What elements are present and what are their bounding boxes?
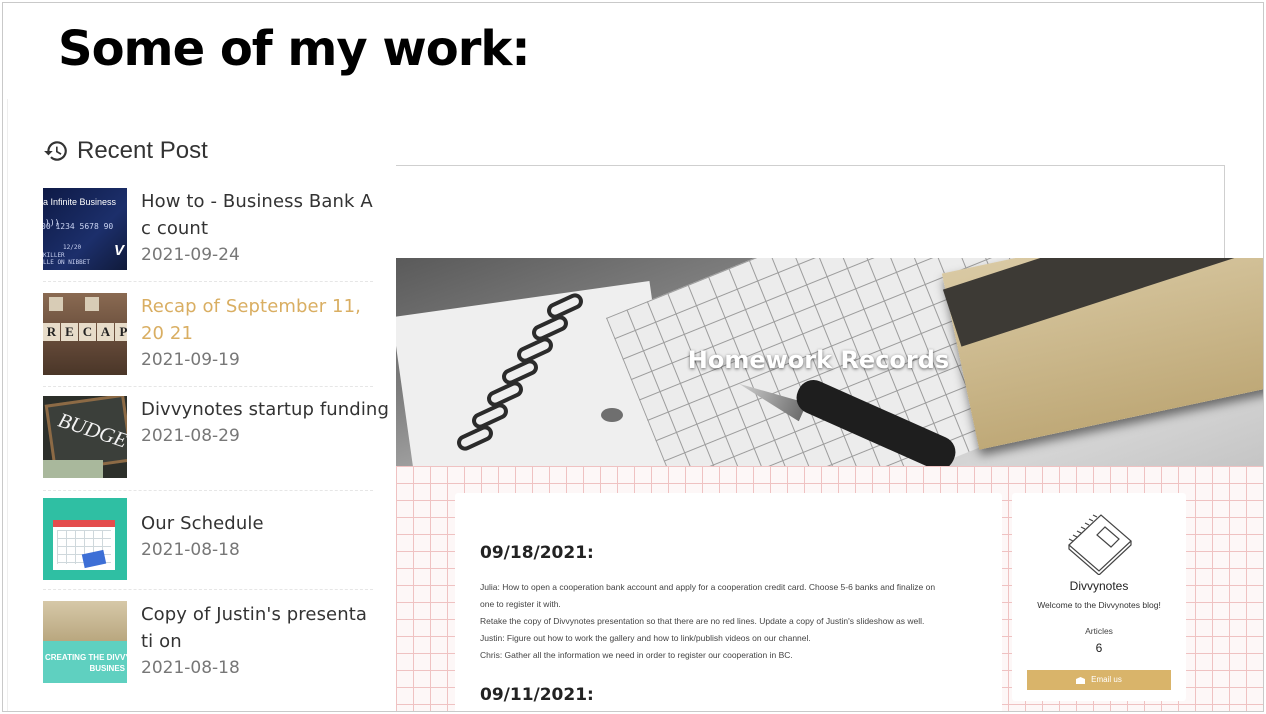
recent-posts-heading: Recent Post xyxy=(77,137,208,164)
blog-description: Welcome to the Divvynotes blog! xyxy=(1037,600,1161,610)
history-icon xyxy=(44,141,67,161)
recap-tile: P xyxy=(115,323,127,341)
recent-posts-panel: Recent Post a Infinite Business ))) 00 1… xyxy=(8,99,396,711)
entry-line: Retake the copy of Divvynotes presentati… xyxy=(480,616,925,626)
recent-post-title[interactable]: Recap of September 11, 20 21 xyxy=(141,293,373,347)
recent-post-item[interactable]: R E C A P Recap of September 11, 20 21 2… xyxy=(43,293,373,387)
wood-cube xyxy=(49,297,63,311)
card-expiry-text: 12/20 xyxy=(63,244,82,251)
paper-illustration xyxy=(43,601,127,641)
hero-banner: Homework Records xyxy=(396,258,1263,466)
thumbnail-caption: BUSINES xyxy=(89,664,125,673)
recent-post-item[interactable]: CREATING THE DIVVY BUSINES Copy of Justi… xyxy=(43,601,373,693)
recap-tile: E xyxy=(61,323,78,341)
recent-post-item[interactable]: BUDGE Divvynotes startup funding 2021-08… xyxy=(43,396,389,491)
mail-icon xyxy=(1076,676,1086,684)
recent-post-title[interactable]: Copy of Justin's presentati on xyxy=(141,601,373,655)
recent-posts-header: Recent Post xyxy=(43,137,208,165)
paper-hole xyxy=(601,408,623,422)
articles-count: 6 xyxy=(1095,641,1103,655)
thumbnail-caption: CREATING THE DIVVY xyxy=(45,653,127,662)
entry-date: 09/11/2021: xyxy=(480,685,594,705)
slide-title: Some of my work: xyxy=(58,21,531,77)
schedule-thumbnail[interactable] xyxy=(43,498,127,580)
recent-post-item[interactable]: Our Schedule 2021-08-18 xyxy=(43,498,373,590)
entry-line: Julia: How to open a cooperation bank ac… xyxy=(480,582,936,592)
profile-card: Divvynotes Welcome to the Divvynotes blo… xyxy=(1012,493,1186,701)
recent-post-date: 2021-08-29 xyxy=(141,426,240,446)
recap-tile: R xyxy=(43,323,60,341)
entry-line: Justin: Figure out how to work the galle… xyxy=(480,633,811,643)
entry-line: one to register it with. xyxy=(480,599,561,609)
entry-line: Chris: Gather all the information we nee… xyxy=(480,650,793,660)
recent-post-title[interactable]: How to - Business Bank Ac count xyxy=(141,188,373,242)
presentation-thumbnail[interactable]: CREATING THE DIVVY BUSINES xyxy=(43,601,127,683)
card-logo-text: V xyxy=(113,242,124,259)
recap-thumbnail[interactable]: R E C A P xyxy=(43,293,127,375)
recent-post-date: 2021-08-18 xyxy=(141,658,240,678)
card-brand-text: a Infinite Business xyxy=(43,197,117,207)
money-bills xyxy=(43,460,103,478)
empty-screenshot-box xyxy=(396,165,1225,260)
recent-post-date: 2021-09-19 xyxy=(141,350,240,370)
blog-name: Divvynotes xyxy=(1069,579,1129,593)
recent-post-title[interactable]: Our Schedule xyxy=(141,510,373,537)
email-us-button[interactable]: Email us xyxy=(1027,670,1171,690)
recent-post-item[interactable]: a Infinite Business ))) 00 1234 5678 90 … xyxy=(43,188,373,282)
articles-label: Articles xyxy=(1085,626,1113,636)
recent-post-date: 2021-09-24 xyxy=(141,245,240,265)
wood-cube xyxy=(85,297,99,311)
entry-body: Julia: How to open a cooperation bank ac… xyxy=(480,579,980,664)
budget-thumbnail[interactable]: BUDGE xyxy=(43,396,127,478)
entry-date: 09/18/2021: xyxy=(480,543,594,563)
card-number-text: 00 1234 5678 90 xyxy=(43,222,114,231)
recap-tile: A xyxy=(97,323,114,341)
recent-post-title[interactable]: Divvynotes startup funding xyxy=(141,396,389,423)
homework-content-card: 09/18/2021: Julia: How to open a coopera… xyxy=(455,493,1002,711)
recap-tile: C xyxy=(79,323,96,341)
card-name-text: KILLER LLE ON NIBBET xyxy=(43,252,90,266)
email-us-label: Email us xyxy=(1091,675,1122,684)
recent-post-date: 2021-08-18 xyxy=(141,540,240,560)
notebook-icon xyxy=(1068,514,1132,575)
hero-title: Homework Records xyxy=(687,346,950,374)
credit-card-thumbnail[interactable]: a Infinite Business ))) 00 1234 5678 90 … xyxy=(43,188,127,270)
slide-frame: Some of my work: Recent Post a Infinite … xyxy=(2,2,1264,712)
